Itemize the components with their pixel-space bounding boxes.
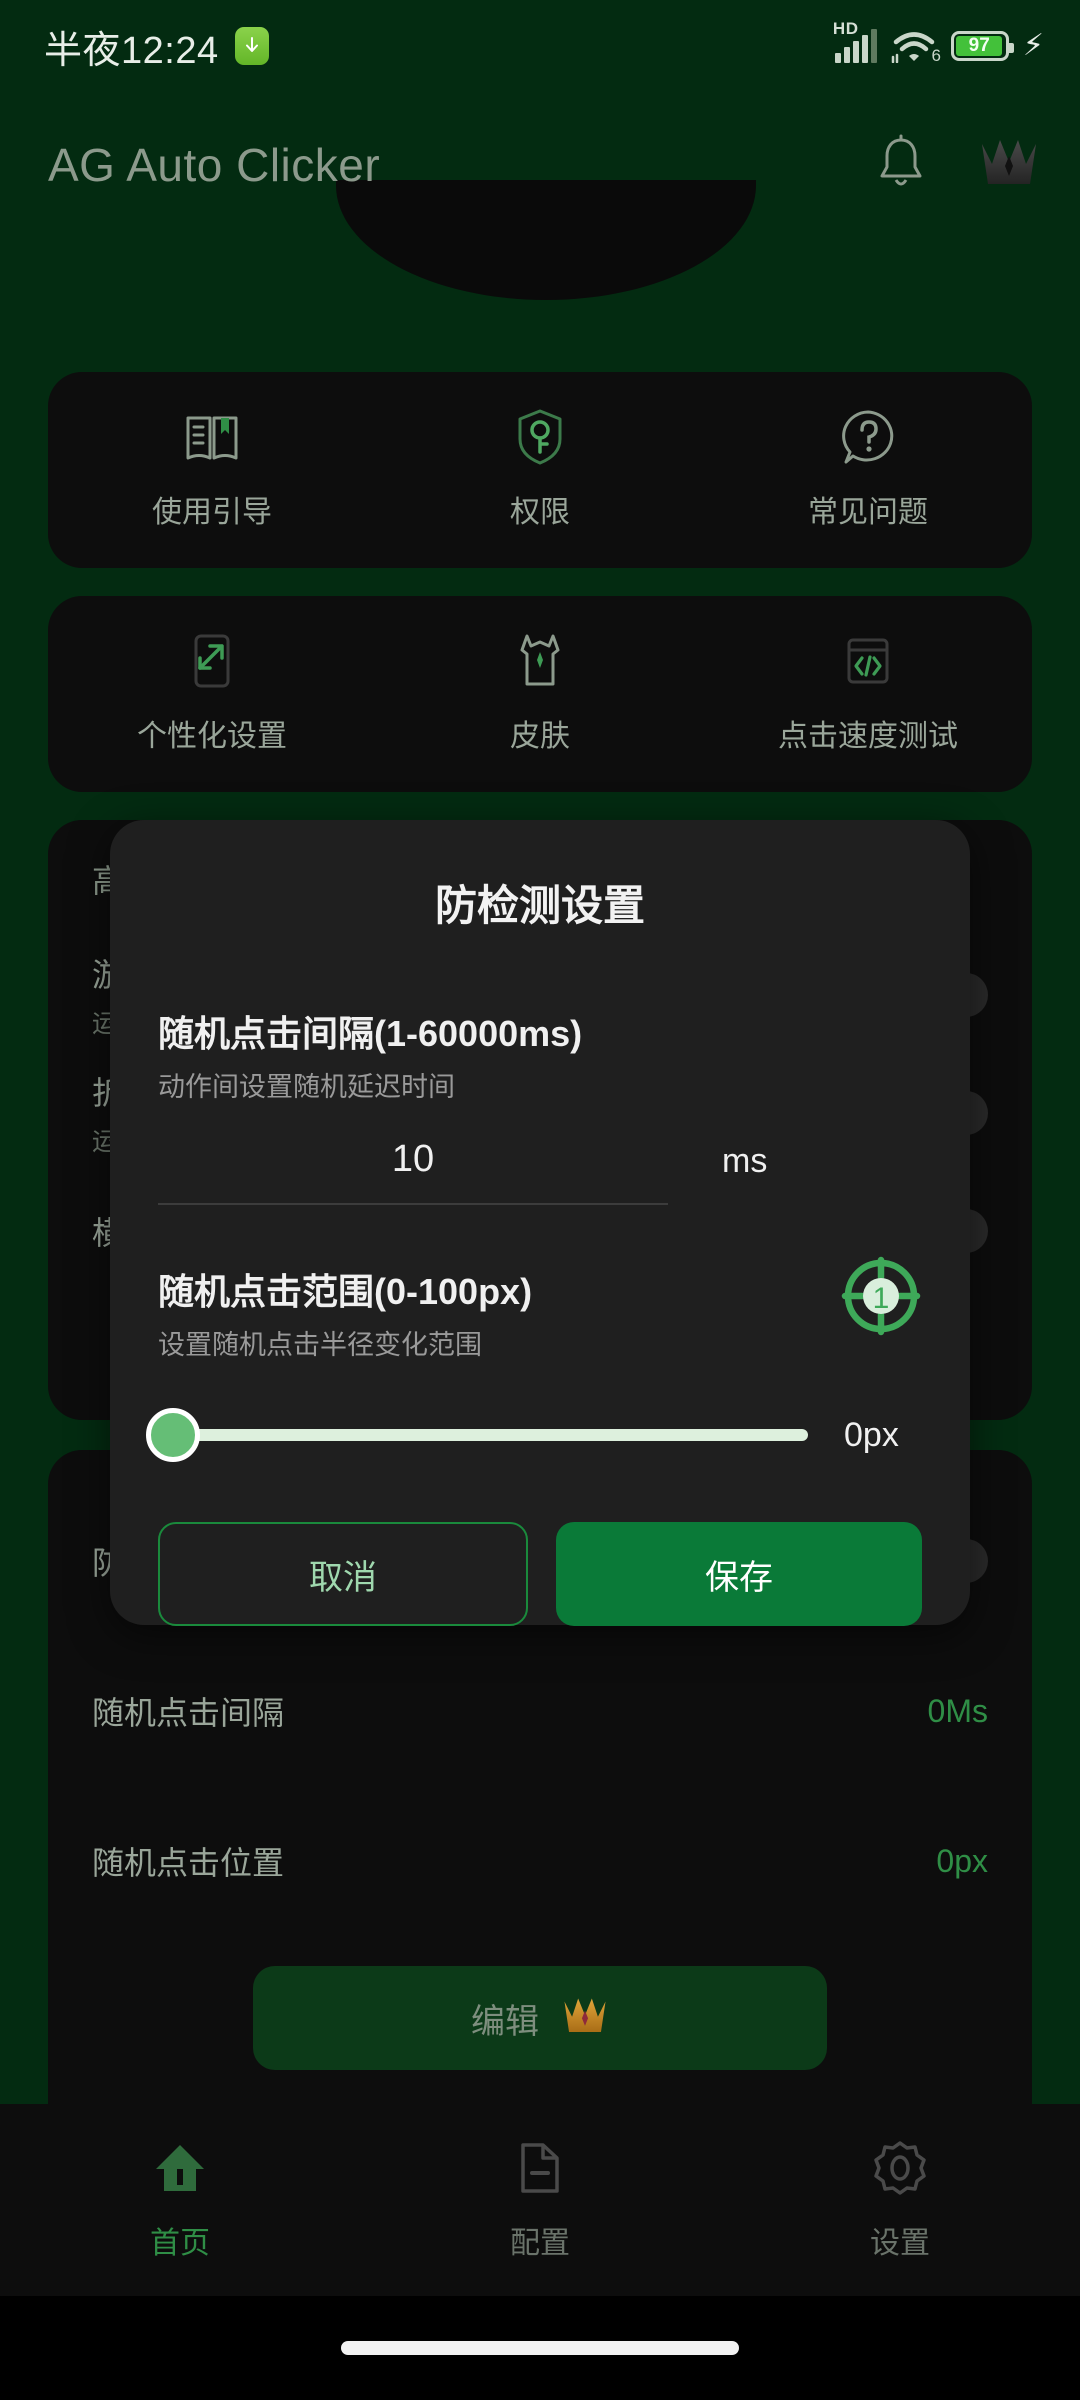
range-slider-row: 0px [146,1408,922,1462]
interval-input[interactable] [158,1138,668,1205]
list-item-title: 随机点击位置 [92,1845,285,1881]
list-item-title: 随机点击间隔 [92,1695,285,1731]
interval-unit-label: ms [722,1142,768,1180]
dialog-actions: 取消 保存 [158,1522,922,1626]
card-cell-permissions[interactable]: 权限 [376,372,704,568]
phone-expand-icon [186,633,238,689]
nav-item-home[interactable]: 首页 [0,2139,360,2262]
slider-track [158,1429,808,1441]
app-bar: AG Auto Clicker [0,110,1080,220]
bell-icon[interactable] [874,134,928,197]
list-item-value: 0px [936,1842,988,1879]
status-bar: 半夜12:24 HD 6 97 ⚡ [0,0,1080,92]
code-brackets-icon [841,633,895,689]
lightning-bolt-icon: ⚡ [1022,29,1044,62]
card-cell-label: 个性化设置 [137,720,287,753]
range-section-title: 随机点击范围(0-100px) [158,1271,533,1312]
range-section-subtitle: 设置随机点击半径变化范围 [158,1330,482,1360]
cancel-button[interactable]: 取消 [158,1522,528,1626]
card-cell-label: 常见问题 [808,496,928,529]
download-badge-icon [234,27,269,65]
page-title: AG Auto Clicker [48,139,381,191]
range-slider[interactable] [146,1408,808,1462]
status-bar-left: 半夜12:24 [44,19,269,74]
card-cell-skin[interactable]: 皮肤 [376,596,704,792]
phone-screen: 半夜12:24 HD 6 97 ⚡ AG Auto Clicker 使用引导 权… [0,0,1080,2400]
crosshair-target-icon[interactable]: 1 [840,1255,922,1342]
nav-item-config[interactable]: 配置 [360,2139,720,2262]
nav-item-settings[interactable]: 设置 [720,2139,1080,2262]
card-cell-guide[interactable]: 使用引导 [48,372,376,568]
card-cell-label: 皮肤 [510,720,570,753]
home-indicator[interactable] [341,2341,739,2355]
question-bubble-icon [839,409,897,465]
help-card: 使用引导 权限 常见问题 [48,372,1032,568]
save-button[interactable]: 保存 [556,1522,922,1626]
card-cell-label: 使用引导 [152,496,272,529]
card-cell-label: 点击速度测试 [778,720,958,753]
card-cell-personalize[interactable]: 个性化设置 [48,596,376,792]
list-item[interactable]: 随机点击位置 0px [92,1786,988,1936]
book-guide-icon [184,409,240,465]
slider-value-label: 0px [844,1415,899,1454]
battery-icon: 97 [950,31,1014,61]
shirt-skin-icon [515,633,565,689]
edit-button-label: 编辑 [471,2002,539,2041]
status-bar-right: HD 6 97 ⚡ [833,19,1044,65]
nav-item-label: 配置 [510,2226,570,2260]
edit-button[interactable]: 编辑 [253,1966,827,2070]
interval-section-subtitle: 动作间设置随机延迟时间 [158,1072,455,1102]
card-cell-faq[interactable]: 常见问题 [704,372,1032,568]
range-section: 随机点击范围(0-100px) 设置随机点击半径变化范围 1 [158,1256,922,1362]
wifi-generation-label: 6 [931,46,941,65]
interval-section-title: 随机点击间隔(1-60000ms) [158,1013,583,1054]
shield-key-icon [516,409,564,465]
wifi-icon: 6 [891,29,941,65]
card-cell-speedtest[interactable]: 点击速度测试 [704,596,1032,792]
dialog-title: 防检测设置 [434,882,645,929]
tools-card: 个性化设置 皮肤 点击速度测试 [48,596,1032,792]
crown-icon[interactable] [978,138,1040,193]
list-item-value: 0Ms [927,1692,988,1729]
document-config-icon [513,2139,567,2202]
slider-thumb[interactable] [146,1408,200,1462]
gear-icon [871,2139,929,2202]
card-cell-label: 权限 [510,496,570,529]
bottom-navigation: 首页 配置 设置 [0,2104,1080,2296]
nav-item-label: 首页 [150,2226,210,2260]
nav-item-label: 设置 [870,2226,930,2260]
signal-bars-icon: HD [833,19,877,63]
anti-detection-dialog: 防检测设置 随机点击间隔(1-60000ms) 动作间设置随机延迟时间 ms 随… [110,820,970,1626]
app-bar-actions [874,134,1040,197]
interval-section: 随机点击间隔(1-60000ms) 动作间设置随机延迟时间 ms [158,1005,922,1205]
home-indicator-area [0,2296,1080,2400]
battery-percent-label: 97 [955,35,1003,56]
crosshair-badge-number: 1 [873,1282,890,1315]
list-item[interactable]: 随机点击间隔 0Ms [92,1636,988,1786]
status-bar-clock: 半夜12:24 [44,29,219,72]
network-type-label: HD [832,19,859,38]
home-icon [151,2139,209,2202]
crown-icon [561,1997,609,2040]
